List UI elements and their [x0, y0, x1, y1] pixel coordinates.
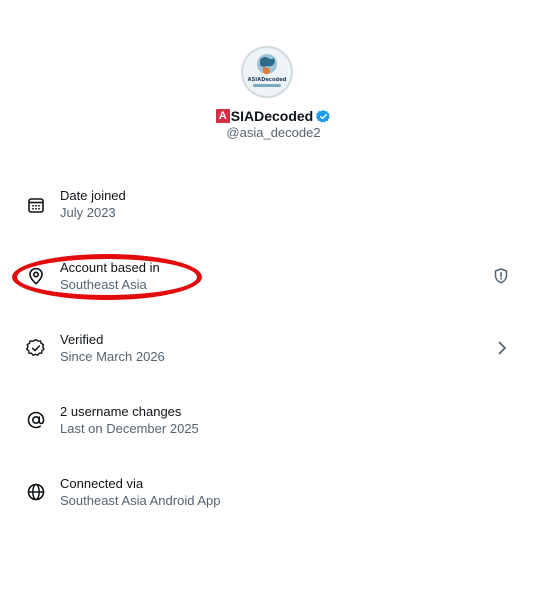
- avatar-text: ASIADecoded: [247, 77, 287, 83]
- row-username-changes: 2 username changes Last on December 2025: [0, 402, 547, 452]
- avatar-logo-icon: [243, 48, 291, 96]
- shield-icon[interactable]: [492, 267, 510, 285]
- display-name: A SIADecoded: [0, 107, 547, 125]
- at-sign-icon: [26, 410, 46, 430]
- username-handle: @asia_decode2: [226, 125, 321, 140]
- row-title: Connected via: [60, 476, 144, 491]
- row-connected-via: Connected via Southeast Asia Android App: [0, 474, 547, 524]
- verified-check-icon: [316, 109, 331, 124]
- name-badge-letter: A: [215, 109, 230, 123]
- avatar[interactable]: ASIADecoded: [241, 46, 293, 98]
- location-pin-icon: [26, 266, 46, 286]
- row-subtitle: Southeast Asia: [60, 277, 147, 292]
- display-name-text: SIADecoded: [230, 108, 314, 124]
- row-title: Date joined: [60, 188, 126, 203]
- row-account-based-in: Account based in Southeast Asia: [0, 258, 547, 308]
- globe-icon: [26, 482, 46, 502]
- calendar-icon: [26, 195, 46, 215]
- row-subtitle: Since March 2026: [60, 349, 165, 364]
- row-subtitle: Last on December 2025: [60, 421, 199, 436]
- row-title: Account based in: [60, 260, 160, 275]
- verified-badge-icon: [26, 338, 46, 358]
- profile-header: ASIADecoded A SIADecoded @asia_decode2: [0, 0, 547, 150]
- row-verified[interactable]: Verified Since March 2026: [0, 330, 547, 380]
- row-date-joined: Date joined July 2023: [0, 186, 547, 236]
- row-title: 2 username changes: [60, 404, 182, 419]
- chevron-right-icon[interactable]: [493, 339, 511, 357]
- row-title: Verified: [60, 332, 104, 347]
- row-subtitle: July 2023: [60, 205, 116, 220]
- row-subtitle: Southeast Asia Android App: [60, 493, 221, 508]
